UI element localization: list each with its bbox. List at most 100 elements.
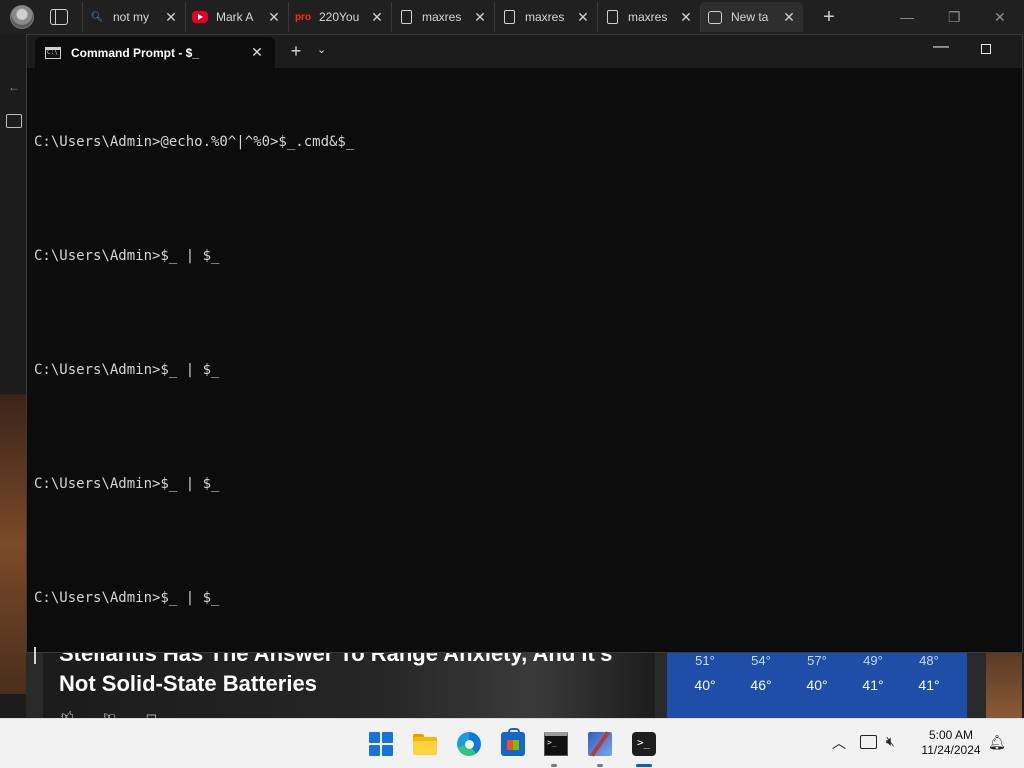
- clock-date: 11/24/2024: [921, 743, 981, 757]
- terminal-line: C:\Users\Admin>$_ | $_: [34, 476, 220, 492]
- forecast-day: 49° 41°: [862, 652, 883, 718]
- back-arrow-icon[interactable]: ←: [8, 80, 20, 94]
- terminal-line: C:\Users\Admin>$_ | $_: [34, 362, 220, 378]
- pro-icon: pro: [294, 11, 312, 23]
- terminal-titlebar[interactable]: Command Prompt - $_ ✕ + ⌄ —: [27, 35, 1022, 68]
- tool-icon[interactable]: [588, 732, 612, 756]
- browser-tab-active[interactable]: New ta ✕: [700, 2, 803, 32]
- text-cursor: [34, 646, 36, 664]
- browser-tab-title: maxres: [525, 10, 565, 24]
- close-icon[interactable]: ✕: [266, 9, 282, 26]
- forecast-low: 40°: [806, 677, 828, 693]
- forecast-day: 48° 41°: [918, 652, 939, 718]
- tab-actions-icon[interactable]: [50, 9, 68, 25]
- chevron-up-icon[interactable]: ︿: [832, 733, 846, 753]
- browser-minimize-button[interactable]: —: [900, 0, 914, 34]
- running-indicator: [597, 764, 603, 767]
- clock[interactable]: 5:00 AM 11/24/2024: [912, 728, 990, 758]
- running-indicator: [551, 764, 557, 767]
- browser-sidebar: ←: [0, 34, 26, 718]
- close-icon[interactable]: ✕: [249, 44, 265, 61]
- like-icon[interactable]: 👍︎: [61, 709, 74, 718]
- browser-tab-title: 220You: [319, 10, 360, 24]
- volume-muted-icon[interactable]: 🔇︎: [886, 733, 895, 750]
- document-icon: [501, 9, 517, 25]
- close-icon[interactable]: ✕: [472, 9, 488, 26]
- search-icon: 🔍︎: [90, 11, 104, 23]
- edge-icon[interactable]: [457, 732, 481, 756]
- terminal-output[interactable]: C:\Users\Admin>@echo.%0^|^%0>$_.cmd&$_ C…: [34, 95, 354, 703]
- browser-tab[interactable]: pro 220You ✕: [288, 2, 391, 32]
- forecast-low: 46°: [750, 677, 772, 693]
- network-icon[interactable]: [860, 735, 877, 749]
- command-prompt-icon: [45, 46, 61, 59]
- new-tab-icon: [707, 9, 723, 25]
- browser-tab-strip: 🔍︎ not my ✕ Mark A ✕ pro 220You ✕ maxres…: [0, 0, 1024, 34]
- weather-forecast-card[interactable]: 51° 40° 54° 46° 57° 40° 49° 41° 48° 41°: [667, 652, 967, 718]
- new-tab-button[interactable]: +: [287, 41, 305, 62]
- terminal-icon[interactable]: [632, 732, 656, 756]
- forecast-day: 54° 46°: [750, 652, 771, 718]
- taskbar: ︿ 🔇︎ 5:00 AM 11/24/2024 🔔︎: [0, 718, 1024, 768]
- browser-tab[interactable]: maxres ✕: [597, 2, 700, 32]
- browser-close-button[interactable]: ✕: [994, 0, 1006, 34]
- browser-tab-title: New ta: [731, 10, 769, 24]
- terminal-line: C:\Users\Admin>$_ | $_: [34, 590, 220, 606]
- new-tab-button[interactable]: +: [817, 6, 841, 29]
- terminal-window[interactable]: Command Prompt - $_ ✕ + ⌄ — C:\Users\Adm…: [26, 34, 1023, 664]
- browser-tab[interactable]: Mark A ✕: [185, 2, 288, 32]
- browser-tab[interactable]: 🔍︎ not my ✕: [82, 2, 185, 32]
- browser-tab-title: maxres: [628, 10, 668, 24]
- document-icon: [604, 9, 620, 25]
- browser-restore-button[interactable]: ❐: [948, 0, 961, 34]
- minimize-button[interactable]: —: [933, 38, 949, 56]
- browser-tab-title: Mark A: [216, 10, 254, 24]
- cmd-icon[interactable]: [544, 732, 568, 756]
- close-icon[interactable]: ✕: [163, 9, 179, 26]
- terminal-line: C:\Users\Admin>@echo.%0^|^%0>$_.cmd&$_: [34, 134, 355, 150]
- forecast-low: 40°: [694, 677, 716, 693]
- news-actions: 👍︎ 👎︎ ▭: [61, 709, 157, 718]
- youtube-icon: [192, 9, 208, 25]
- terminal-tab-title: Command Prompt - $_: [71, 45, 200, 60]
- forecast-high: 54°: [751, 653, 771, 668]
- terminal-tab[interactable]: Command Prompt - $_ ✕: [35, 37, 275, 68]
- close-icon[interactable]: ✕: [369, 9, 385, 26]
- forecast-high: 51°: [695, 653, 715, 668]
- close-icon[interactable]: ✕: [678, 9, 694, 26]
- cursor-line: [34, 646, 354, 665]
- close-icon[interactable]: ✕: [575, 9, 591, 26]
- forecast-low: 41°: [918, 677, 940, 693]
- forecast-high: 49°: [863, 653, 883, 668]
- forecast-low: 41°: [862, 677, 884, 693]
- clock-time: 5:00 AM: [928, 728, 974, 742]
- forecast-day: 57° 40°: [806, 652, 827, 718]
- document-icon: [398, 9, 414, 25]
- forecast-day: 51° 40°: [694, 652, 715, 718]
- active-indicator: [636, 764, 652, 767]
- comment-icon[interactable]: ▭: [146, 709, 157, 718]
- store-icon[interactable]: [501, 728, 525, 756]
- chevron-down-icon[interactable]: ⌄: [317, 43, 326, 56]
- file-explorer-icon[interactable]: [413, 732, 437, 756]
- dislike-icon[interactable]: 👎︎: [104, 709, 116, 718]
- terminal-line: C:\Users\Admin>$_ | $_: [34, 248, 220, 264]
- start-icon[interactable]: [369, 732, 393, 756]
- folder-icon[interactable]: [6, 114, 22, 128]
- browser-tab[interactable]: maxres ✕: [391, 2, 494, 32]
- close-icon[interactable]: ✕: [781, 9, 797, 26]
- background-image: [986, 652, 1022, 718]
- profile-avatar[interactable]: [10, 5, 34, 29]
- maximize-button[interactable]: [981, 44, 991, 54]
- forecast-high: 57°: [807, 653, 827, 668]
- notification-bell-icon[interactable]: 🔔︎: [988, 734, 1006, 751]
- browser-tab-title: not my: [113, 10, 150, 24]
- browser-tab-title: maxres: [422, 10, 462, 24]
- browser-tab[interactable]: maxres ✕: [494, 2, 597, 32]
- forecast-high: 48°: [919, 653, 939, 668]
- background-image: [0, 394, 26, 694]
